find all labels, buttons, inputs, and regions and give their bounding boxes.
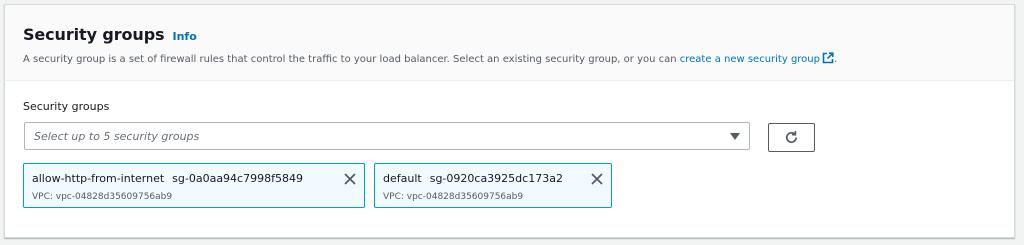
caret-down-icon: [730, 133, 740, 140]
token-title: allow-http-from-internet sg-0a0aa94c7998f…: [32, 172, 303, 185]
token-title: default sg-0920ca3925dc173a2: [383, 172, 563, 185]
security-group-token: allow-http-from-internet sg-0a0aa94c7998f…: [23, 163, 365, 208]
security-groups-label: Security groups: [23, 100, 110, 113]
token-vpc: VPC: vpc-04828d35609756ab9: [32, 192, 173, 202]
description-text: A security group is a set of firewall ru…: [23, 54, 680, 65]
security-groups-select[interactable]: Select up to 5 security groups: [24, 122, 750, 150]
create-link-label[interactable]: create a new security group: [680, 54, 820, 65]
token-vpc: VPC: vpc-04828d35609756ab9: [383, 192, 524, 202]
close-icon[interactable]: [344, 173, 356, 185]
external-link-icon[interactable]: [822, 52, 834, 64]
info-link[interactable]: Info: [172, 30, 196, 43]
select-placeholder: Select up to 5 security groups: [34, 130, 200, 143]
panel-title: Security groups: [23, 25, 165, 44]
close-icon[interactable]: [591, 173, 603, 185]
token-id: sg-0920ca3925dc173a2: [429, 172, 563, 185]
security-groups-panel: Security groups Info A security group is…: [4, 4, 1015, 238]
security-group-token: default sg-0920ca3925dc173a2 VPC: vpc-048…: [374, 163, 612, 208]
create-security-group-link[interactable]: create a new security group: [680, 52, 834, 65]
description-end: .: [834, 54, 838, 65]
refresh-button[interactable]: [768, 123, 815, 152]
token-name: allow-http-from-internet: [32, 172, 165, 185]
token-id: sg-0a0aa94c7998f5849: [172, 172, 303, 185]
panel-description: A security group is a set of firewall ru…: [23, 52, 1014, 65]
refresh-icon: [786, 131, 798, 143]
token-name: default: [383, 172, 422, 185]
panel-header: Security groups Info A security group is…: [5, 5, 1014, 81]
title-row: Security groups Info: [23, 25, 1014, 44]
